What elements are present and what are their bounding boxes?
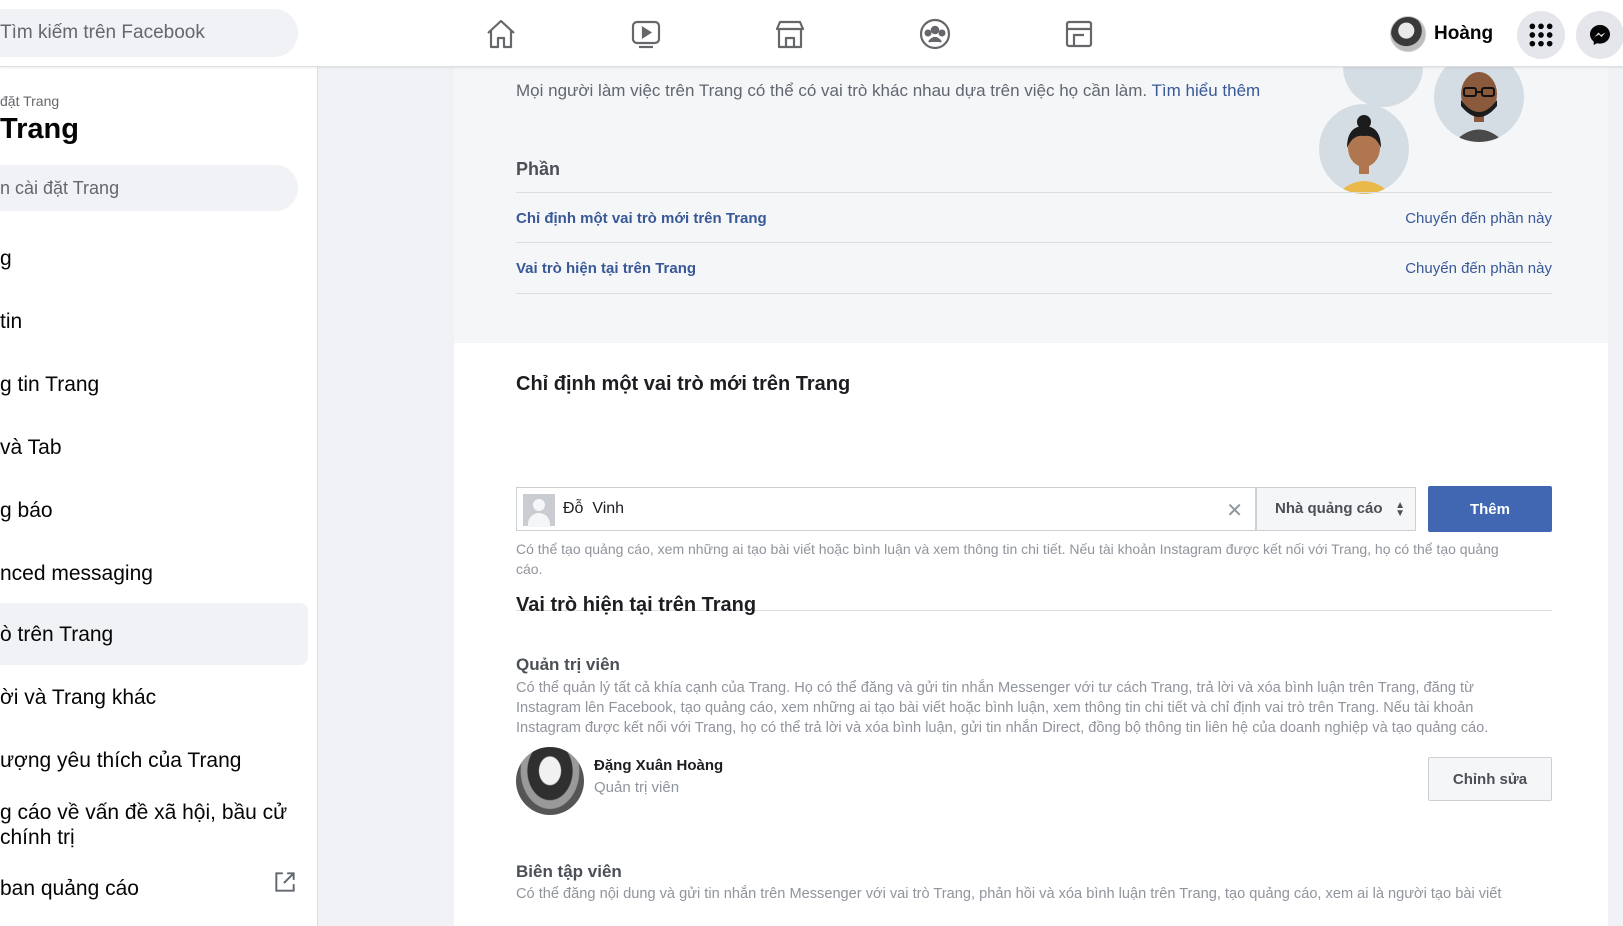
close-icon[interactable]: ✕ bbox=[1226, 498, 1243, 523]
illustration-face bbox=[1343, 67, 1423, 107]
external-link-icon bbox=[275, 872, 295, 892]
sidebar-item-label: và Tab bbox=[0, 436, 62, 459]
intro-text-body: Mọi người làm việc trên Trang có thể có … bbox=[516, 81, 1148, 100]
profile-name: Hoàng bbox=[1434, 23, 1494, 44]
divider bbox=[516, 192, 1552, 193]
gaming-icon[interactable] bbox=[1059, 14, 1099, 54]
sidebar-item-label: ượng yêu thích của Trang bbox=[0, 749, 242, 772]
profile-shortcut[interactable]: Hoàng bbox=[1390, 14, 1493, 54]
sidebar-item-social-issue-ads[interactable]: g cáo về vấn đề xã hội, bầu cử chính trị bbox=[0, 792, 308, 860]
sidebar-item-ad-limits[interactable]: ban quảng cáo bbox=[0, 863, 308, 925]
current-roles-title: Vai trò hiện tại trên Trang bbox=[516, 594, 757, 616]
sidebar-item-notifications[interactable]: g báo bbox=[0, 479, 308, 541]
page-settings-sidebar: đặt Trang Trang n cài đặt Trang g tin g … bbox=[0, 67, 318, 926]
messenger-icon[interactable] bbox=[1576, 11, 1623, 59]
divider bbox=[516, 242, 1552, 243]
sidebar-item-label: ban quảng cáo bbox=[0, 877, 139, 900]
role-select-value: Nhà quảng cáo bbox=[1275, 500, 1383, 517]
settings-search-input[interactable]: n cài đặt Trang bbox=[0, 165, 298, 211]
intro-text: Mọi người làm việc trên Trang có thể có … bbox=[516, 81, 1260, 101]
learn-more-link[interactable]: Tìm hiểu thêm bbox=[1152, 81, 1261, 100]
avatar[interactable] bbox=[516, 747, 584, 815]
sidebar-item-general[interactable]: g bbox=[0, 227, 308, 289]
editor-role-description: Có thể đăng nội dung và gửi tin nhắn trê… bbox=[516, 886, 1502, 902]
sidebar-item-page-roles[interactable]: ò trên Trang bbox=[0, 603, 308, 665]
grid-menu-icon[interactable] bbox=[1517, 11, 1565, 59]
person-placeholder-avatar bbox=[523, 494, 555, 527]
sidebar-item-label: tin bbox=[0, 310, 23, 333]
breadcrumb: đặt Trang bbox=[0, 93, 60, 109]
sidebar-item-label: nced messaging bbox=[0, 562, 153, 585]
sidebar-item-advanced-messaging[interactable]: nced messaging bbox=[0, 542, 308, 604]
sidebar-item-templates-tabs[interactable]: và Tab bbox=[0, 416, 308, 478]
sidebar-item-label: g báo bbox=[0, 499, 53, 522]
sidebar-item-preferred-audience[interactable]: ượng yêu thích của Trang bbox=[0, 729, 308, 791]
search-placeholder: Tìm kiếm trên Facebook bbox=[0, 22, 205, 43]
marketplace-icon[interactable] bbox=[770, 14, 810, 54]
sections-panel: Mọi người làm việc trên Trang có thể có … bbox=[454, 67, 1608, 343]
sidebar-item-label: g cáo về vấn đề xã hội, bầu cử bbox=[0, 801, 288, 824]
sidebar-title: Trang bbox=[0, 113, 79, 145]
jump-to-section-link[interactable]: Chuyển đến phần này bbox=[1405, 260, 1552, 277]
facebook-search-input[interactable]: Tìm kiếm trên Facebook bbox=[0, 9, 298, 57]
sidebar-item-page-info[interactable]: tin bbox=[0, 290, 308, 352]
watch-icon[interactable] bbox=[626, 14, 666, 54]
home-icon[interactable] bbox=[481, 14, 521, 54]
groups-icon[interactable] bbox=[915, 14, 955, 54]
avatar bbox=[1390, 16, 1426, 52]
sections-label: Phần bbox=[516, 159, 561, 179]
sort-caret-icon: ▲ ▼ bbox=[1395, 500, 1405, 519]
jump-current-roles-link[interactable]: Vai trò hiện tại trên Trang bbox=[516, 260, 696, 277]
sidebar-item-label-line2: chính trị bbox=[0, 826, 75, 849]
member-role: Quản trị viên bbox=[594, 779, 680, 796]
jump-assign-role-link[interactable]: Chỉ định một vai trò mới trên Trang bbox=[516, 210, 767, 227]
assign-role-heading: Chỉ định một vai trò mới trên Trang bbox=[516, 373, 851, 395]
admin-role-title: Quản trị viên bbox=[516, 655, 620, 674]
illustration-face bbox=[1434, 67, 1524, 142]
editor-role-title: Biên tập viên bbox=[516, 862, 622, 881]
page-roles-content: Mọi người làm việc trên Trang có thể có … bbox=[454, 67, 1608, 926]
divider bbox=[516, 293, 1552, 294]
add-role-button[interactable]: Thêm bbox=[1428, 486, 1552, 532]
sidebar-item-label: ời và Trang khác bbox=[0, 686, 157, 709]
sidebar-item-people-other-pages[interactable]: ời và Trang khác bbox=[0, 666, 308, 728]
role-select-dropdown[interactable]: Nhà quảng cáo ▲ ▼ bbox=[1256, 487, 1416, 531]
member-name[interactable]: Đặng Xuân Hoàng bbox=[594, 757, 723, 774]
top-navigation-bar: Tìm kiếm trên Facebook Hoàng bbox=[0, 0, 1623, 67]
assign-person-input[interactable]: Đỗ Vinh ✕ bbox=[516, 487, 1256, 531]
sidebar-item-label: g tin Trang bbox=[0, 373, 100, 396]
admin-role-description: Có thể quản lý tất cả khía cạnh của Tran… bbox=[516, 680, 1489, 736]
sidebar-item-label: ò trên Trang bbox=[0, 623, 114, 646]
edit-role-button[interactable]: Chỉnh sửa bbox=[1428, 757, 1552, 801]
settings-search-placeholder: n cài đặt Trang bbox=[0, 178, 120, 198]
sidebar-item-page-messaging[interactable]: g tin Trang bbox=[0, 353, 308, 415]
roles-panel: Chỉ định một vai trò mới trên Trang Đỗ V… bbox=[454, 343, 1608, 926]
jump-to-section-link[interactable]: Chuyển đến phần này bbox=[1405, 210, 1552, 227]
sidebar-item-label: g bbox=[0, 247, 12, 270]
role-help-text: Có thể tạo quảng cáo, xem những ai tạo b… bbox=[516, 541, 1499, 577]
assign-person-value: Đỗ Vinh bbox=[563, 500, 625, 517]
illustration-face bbox=[1319, 104, 1409, 194]
